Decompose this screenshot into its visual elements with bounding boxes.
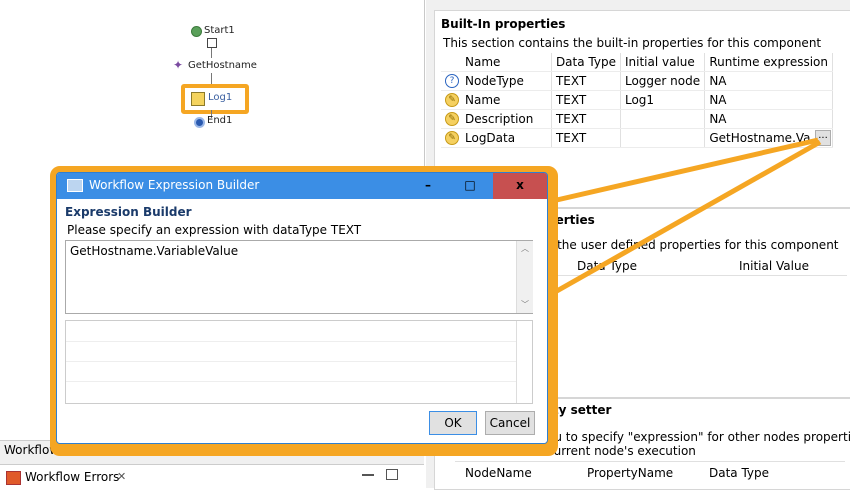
dialog-titlebar[interactable]: Workflow Expression Builder – □ x bbox=[57, 173, 547, 199]
minimize-button[interactable]: – bbox=[407, 173, 449, 199]
scroll-down-icon[interactable]: ﹀ bbox=[521, 299, 529, 310]
expression-input[interactable]: GetHostname.VariableValue ︿ ﹀ bbox=[65, 240, 533, 314]
results-scrollbar[interactable] bbox=[516, 321, 533, 403]
callout-line-top bbox=[547, 137, 819, 205]
dialog-heading: Expression Builder bbox=[65, 205, 192, 219]
callout-line-bottom bbox=[546, 139, 822, 299]
expression-results-list[interactable] bbox=[65, 320, 533, 404]
scroll-up-icon[interactable]: ︿ bbox=[521, 243, 529, 254]
dialog-prompt: Please specify an expression with dataTy… bbox=[67, 223, 362, 237]
expression-scrollbar[interactable]: ︿ ﹀ bbox=[516, 241, 533, 313]
dialog-body: Expression Builder Please specify an exp… bbox=[57, 199, 547, 443]
ok-button[interactable]: OK bbox=[429, 411, 477, 435]
window-icon bbox=[67, 179, 83, 192]
close-button[interactable]: x bbox=[493, 173, 547, 199]
list-gridline bbox=[66, 341, 516, 342]
expression-text: GetHostname.VariableValue bbox=[70, 244, 239, 258]
dialog-title: Workflow Expression Builder bbox=[89, 178, 260, 192]
list-gridline bbox=[66, 381, 516, 382]
cancel-button[interactable]: Cancel bbox=[485, 411, 535, 435]
list-gridline bbox=[66, 361, 516, 362]
expression-builder-dialog: Workflow Expression Builder – □ x Expres… bbox=[56, 172, 548, 444]
maximize-button[interactable]: □ bbox=[449, 173, 491, 199]
